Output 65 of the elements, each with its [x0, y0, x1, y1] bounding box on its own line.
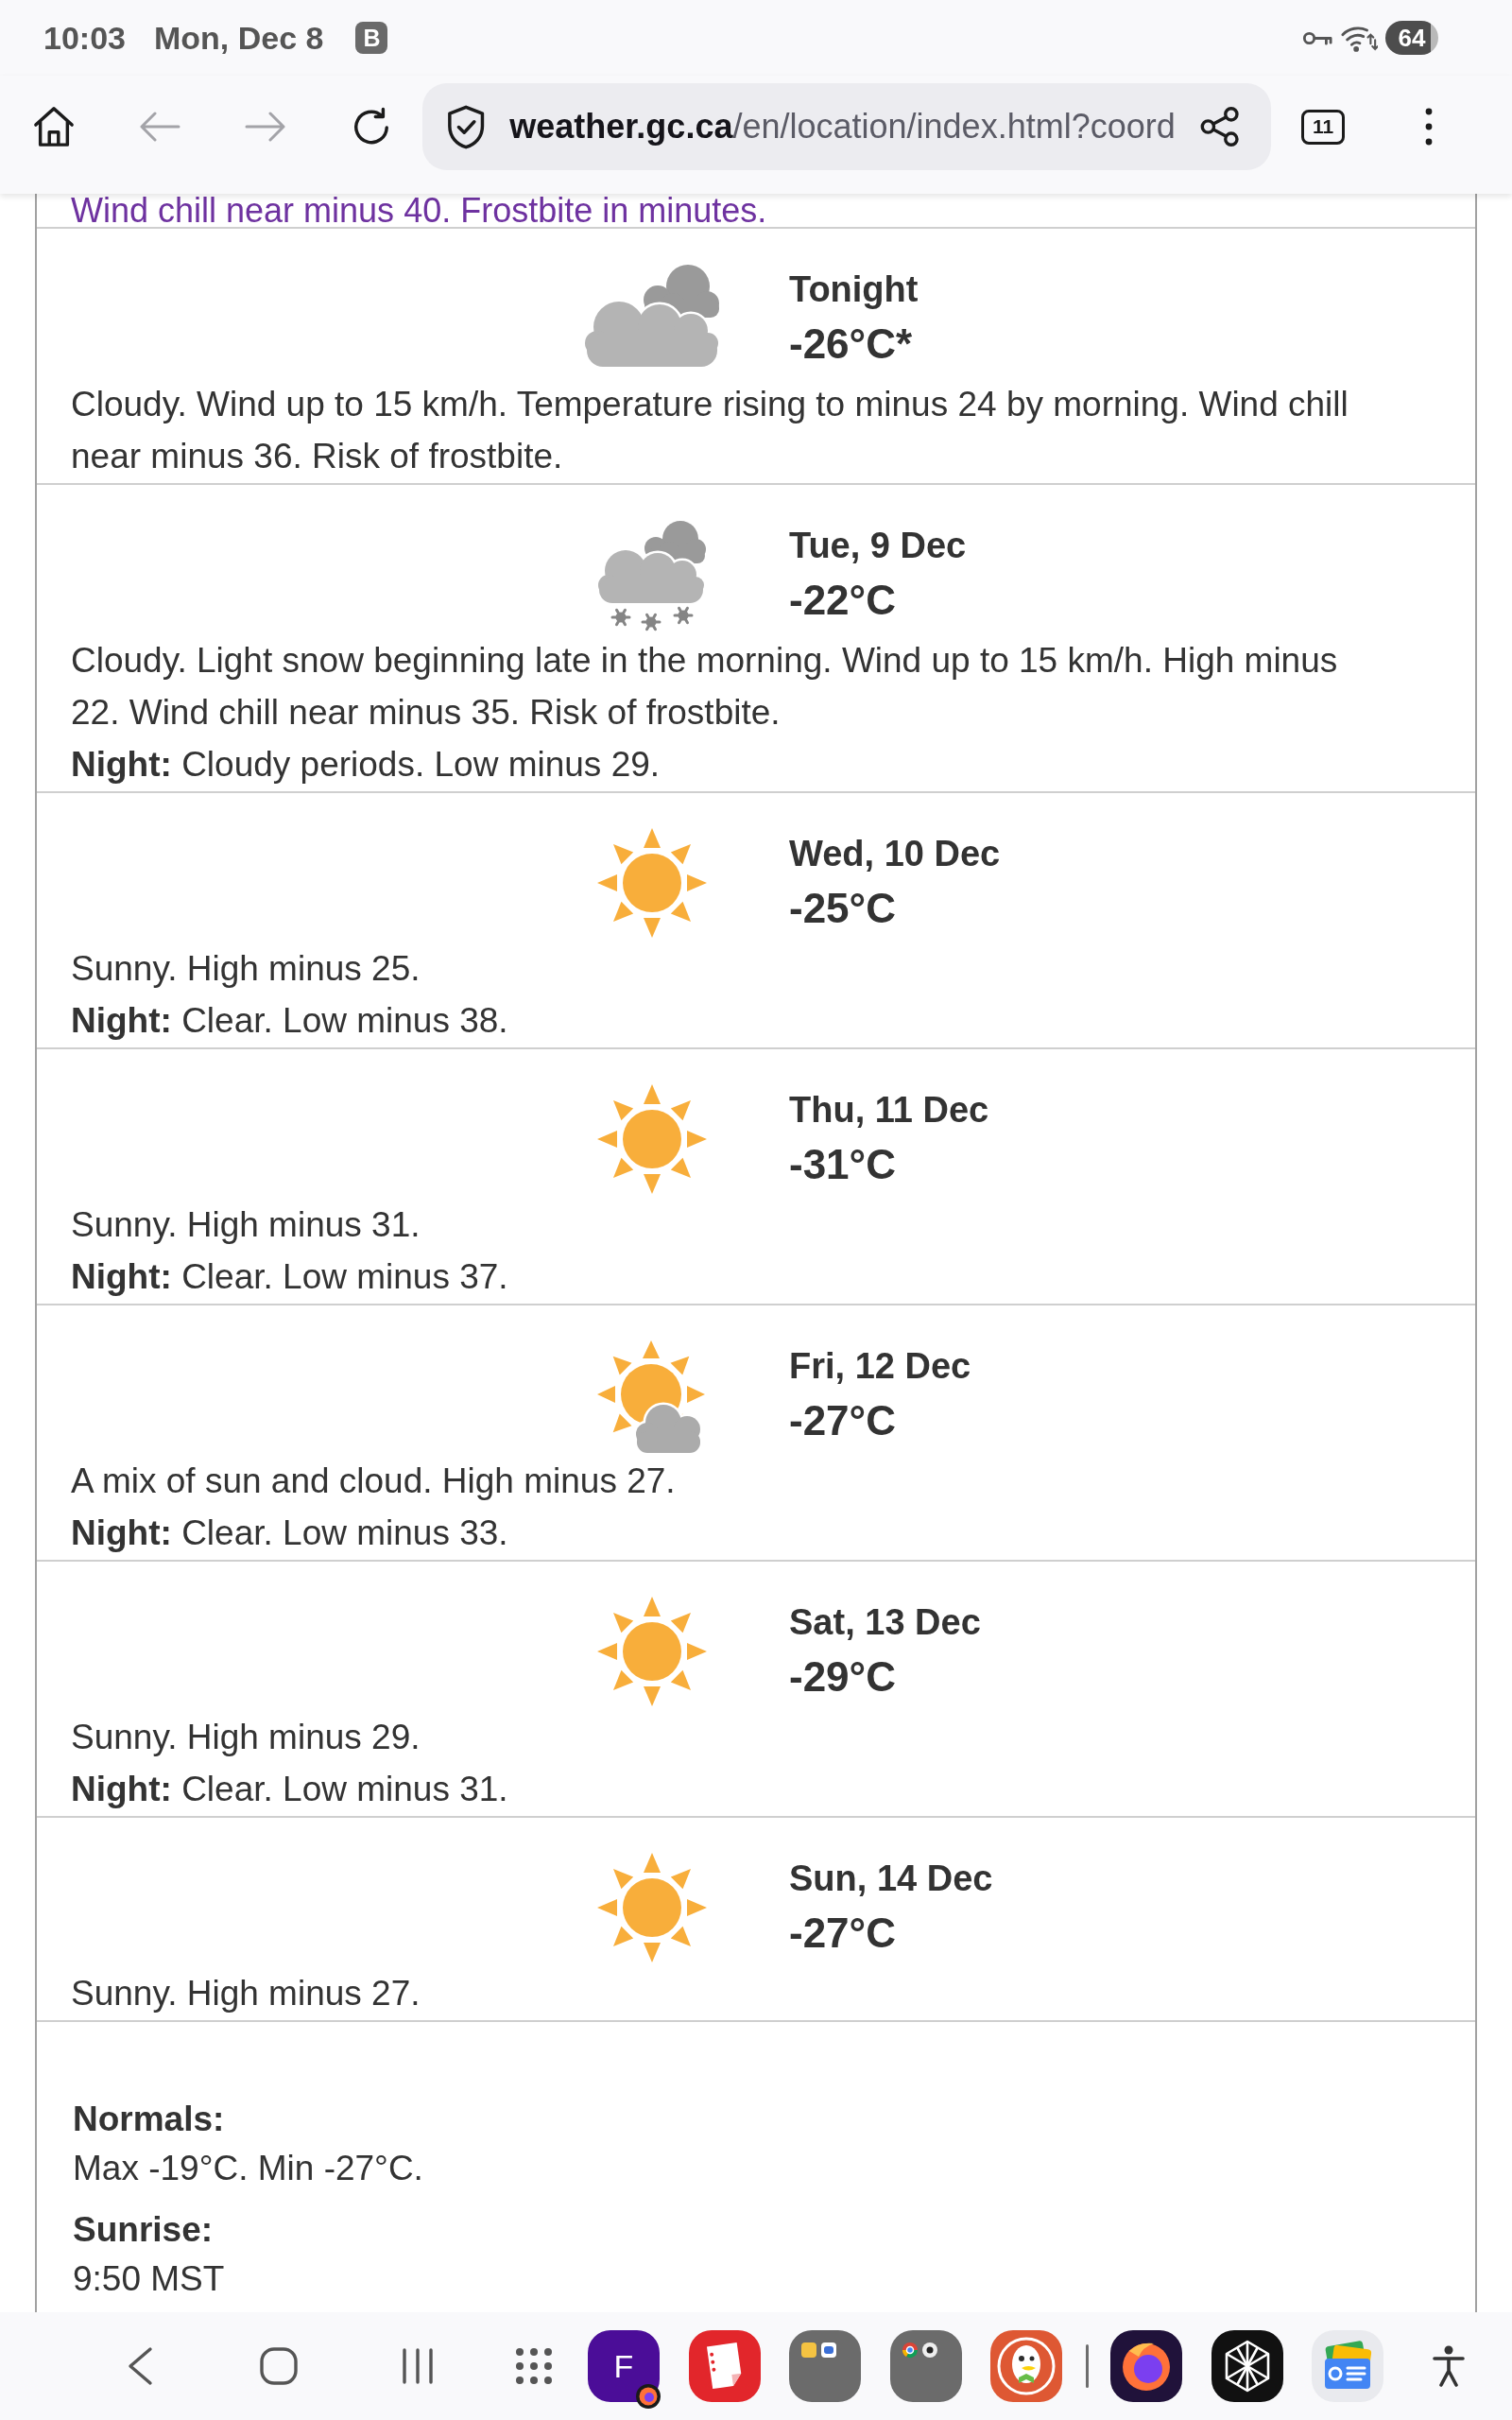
three-bars-icon[interactable] — [402, 2348, 434, 2384]
app-button[interactable]: F — [588, 2330, 660, 2402]
sun-icon — [595, 1597, 709, 1706]
badge-icon — [635, 2383, 662, 2410]
period-title: Sun, 14 Dec — [789, 1858, 993, 1900]
tabs-button[interactable]: 11 — [1301, 109, 1345, 145]
hexagon-logo-app-icon[interactable] — [1211, 2330, 1283, 2402]
battery-indicator: 64 — [1385, 21, 1438, 55]
ring-logo-app-icon[interactable] — [1110, 2330, 1182, 2402]
sun-icon — [595, 1084, 709, 1194]
snow-cloud-icon — [597, 520, 707, 633]
share-icon[interactable] — [1198, 106, 1240, 147]
period-title: Thu, 11 Dec — [789, 1089, 989, 1132]
sun-icon — [595, 828, 709, 938]
period-title: Fri, 12 Dec — [789, 1345, 971, 1388]
key-icon — [1302, 29, 1332, 46]
circular-arrow-icon[interactable] — [352, 107, 391, 147]
temperature: -27°C — [789, 1396, 896, 1445]
app-folder-icon[interactable] — [789, 2330, 861, 2402]
forecast-text: Cloudy. Light snow beginning late in the morning. Wind up to 15 km/h. High minus 22. Wind chill near minus 35. Risk of frostbite. — [71, 640, 1339, 734]
menu-icon[interactable] — [1425, 108, 1433, 146]
notes-app-icon[interactable] — [688, 2330, 761, 2402]
forecast-text: A mix of sun and cloud. High minus 27. — [71, 1461, 676, 1502]
dot-grid-icon[interactable] — [515, 2347, 553, 2385]
forecast-text: Sunny. High minus 31. — [71, 1204, 421, 1246]
period-title: Tonight — [789, 268, 919, 311]
temperature: -27°C — [789, 1909, 896, 1958]
person-icon[interactable] — [1433, 2345, 1465, 2387]
temperature: -26°C* — [789, 320, 913, 369]
notification-badge: B — [355, 22, 388, 54]
temperature: -22°C — [789, 576, 896, 625]
shield-check-icon — [446, 103, 487, 150]
detail-value: 9:50 MST — [73, 2258, 225, 2300]
sun-cloud-icon — [597, 1340, 707, 1454]
forecast-text: Sunny. High minus 27. — [71, 1973, 421, 2014]
night-forecast-text: Night: Clear. Low minus 33. — [71, 1512, 508, 1554]
period-title: Tue, 9 Dec — [789, 525, 967, 567]
detail-label: Normals: — [73, 2099, 225, 2140]
warning-link[interactable]: Wind chill near minus 40. Frostbite in minutes. — [71, 194, 767, 227]
night-forecast-text: Night: Clear. Low minus 37. — [71, 1256, 508, 1298]
night-forecast-text: Night: Clear. Low minus 31. — [71, 1769, 508, 1810]
forecast-text: Sunny. High minus 25. — [71, 948, 421, 990]
house-icon[interactable] — [32, 106, 76, 147]
chevron-left-icon[interactable] — [127, 2346, 153, 2386]
temperature: -25°C — [789, 884, 896, 933]
forecast-text: Cloudy. Wind up to 15 km/h. Temperature rising to minus 24 by morning. Wind chill near minus 36. Risk of frostbite. — [71, 384, 1349, 477]
status-date: Mon, Dec 8 — [153, 19, 324, 57]
period-title: Sat, 13 Dec — [789, 1601, 981, 1644]
detail-label: Sunrise: — [73, 2209, 214, 2251]
status-time: 10:03 — [43, 19, 126, 57]
detail-value: Max -19°C. Min -27°C. — [73, 2148, 423, 2189]
temperature: -29°C — [789, 1652, 896, 1702]
sun-icon — [595, 1853, 709, 1962]
rounded-square-icon[interactable] — [260, 2347, 298, 2385]
period-title: Wed, 10 Dec — [789, 833, 1001, 875]
temperature: -31°C — [789, 1140, 896, 1189]
duck-app-icon[interactable] — [990, 2330, 1062, 2402]
news-cards-app-icon[interactable] — [1312, 2330, 1383, 2402]
forecast-text: Sunny. High minus 29. — [71, 1717, 421, 1758]
night-forecast-text: Night: Cloudy periods. Low minus 29. — [71, 744, 661, 786]
url-text: weather.gc.ca/en/location/index.html?coord — [509, 106, 1176, 147]
night-forecast-text: Night: Clear. Low minus 38. — [71, 1000, 508, 1042]
cloud-icon — [584, 264, 720, 368]
app-folder-icon[interactable] — [889, 2330, 962, 2402]
address-bar[interactable]: weather.gc.ca/en/location/index.html?coord — [422, 83, 1271, 170]
